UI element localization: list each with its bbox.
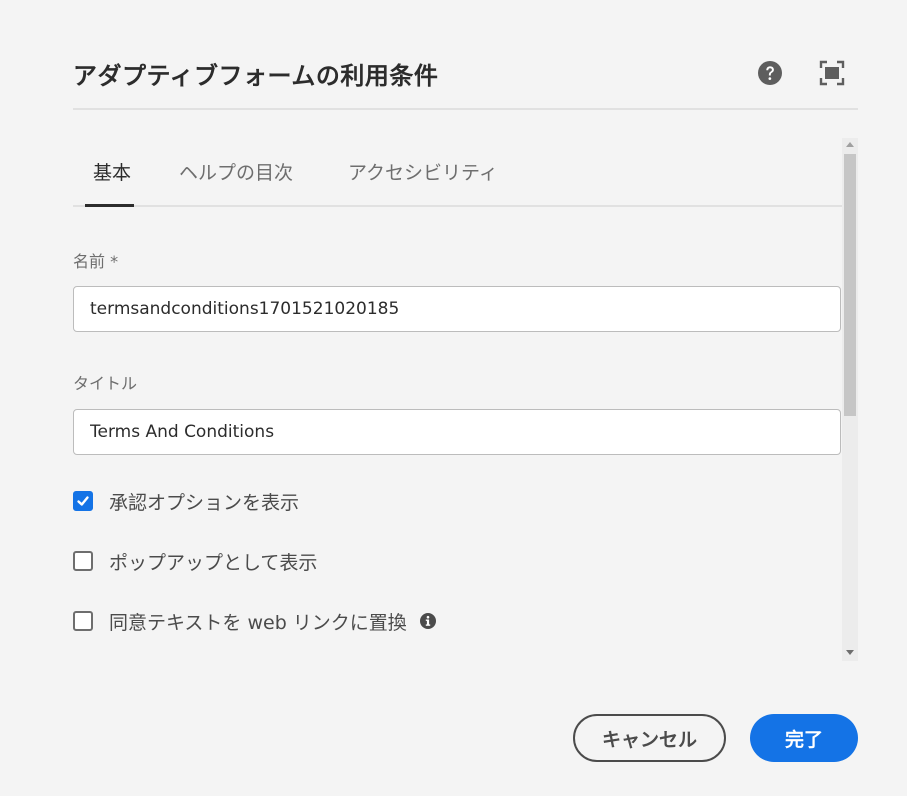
show-as-popup-checkbox[interactable] bbox=[73, 551, 93, 571]
replace-with-weblink-option[interactable]: 同意テキストを web リンクに置換 bbox=[73, 608, 437, 634]
show-acknowledgement-label: 承認オプションを表示 bbox=[109, 491, 300, 514]
title-label: タイトル bbox=[73, 374, 138, 393]
header-divider bbox=[73, 108, 858, 110]
dialog-title: アダプティブフォームの利用条件 bbox=[73, 62, 439, 90]
scrollbar[interactable] bbox=[842, 138, 858, 661]
properties-panel: 基本 ヘルプの目次 アクセシビリティ 名前 * タイトル 承認オプションを表示 … bbox=[73, 138, 843, 658]
done-button[interactable]: 完了 bbox=[750, 714, 858, 762]
checkmark-icon bbox=[77, 496, 89, 506]
show-as-popup-label: ポップアップとして表示 bbox=[109, 551, 318, 574]
active-tab-indicator bbox=[85, 204, 134, 207]
tab-accessibility[interactable]: アクセシビリティ bbox=[348, 158, 498, 185]
tabs-divider bbox=[73, 205, 843, 207]
help-icon[interactable] bbox=[757, 60, 783, 86]
scrollbar-thumb[interactable] bbox=[844, 154, 856, 416]
tab-basic[interactable]: 基本 bbox=[93, 158, 131, 185]
tab-bar: 基本 ヘルプの目次 アクセシビリティ bbox=[73, 138, 843, 208]
name-label: 名前 * bbox=[73, 252, 119, 271]
name-input[interactable] bbox=[73, 286, 841, 332]
replace-with-weblink-checkbox[interactable] bbox=[73, 611, 93, 631]
title-input[interactable] bbox=[73, 409, 841, 455]
show-acknowledgement-option[interactable]: 承認オプションを表示 bbox=[73, 488, 299, 514]
info-icon[interactable] bbox=[419, 612, 437, 630]
scroll-down-arrow-icon[interactable] bbox=[846, 650, 854, 655]
cancel-button[interactable]: キャンセル bbox=[573, 714, 726, 762]
tab-help-content[interactable]: ヘルプの目次 bbox=[179, 158, 293, 185]
replace-with-weblink-label: 同意テキストを web リンクに置換 bbox=[109, 611, 407, 634]
scroll-up-arrow-icon[interactable] bbox=[846, 142, 854, 147]
fullscreen-icon[interactable] bbox=[819, 60, 845, 86]
show-as-popup-option[interactable]: ポップアップとして表示 bbox=[73, 548, 317, 574]
show-acknowledgement-checkbox[interactable] bbox=[73, 491, 93, 511]
